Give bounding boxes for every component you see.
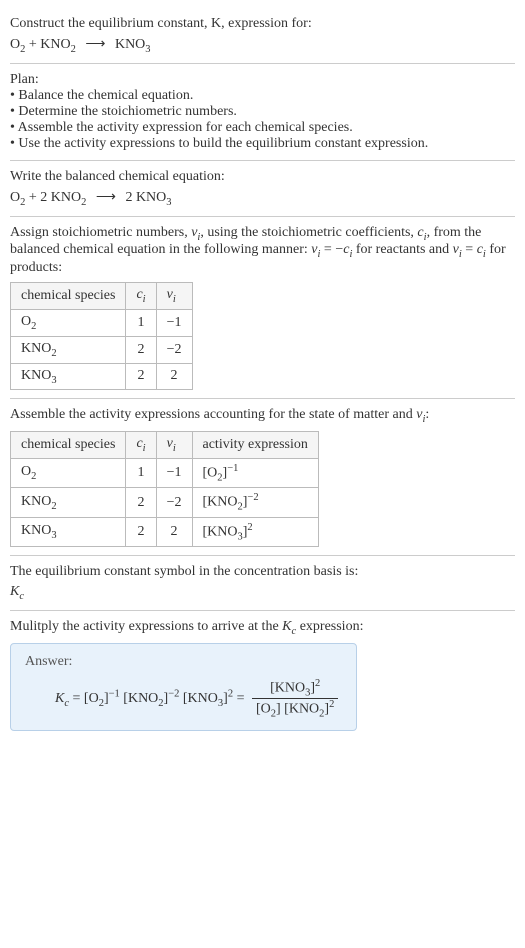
table-header-row: chemical species ci νi activity expressi… bbox=[11, 432, 319, 459]
table-row: KNO2 2 −2 [KNO2]−2 bbox=[11, 488, 319, 517]
answer-label: Answer: bbox=[25, 654, 342, 670]
balanced-equation: O2 + 2 KNO2 ⟶ 2 KNO3 bbox=[10, 189, 515, 208]
balanced-section: Write the balanced chemical equation: O2… bbox=[10, 161, 515, 217]
plan-title: Plan: bbox=[10, 72, 515, 88]
reaction-arrow-icon: ⟶ bbox=[85, 36, 105, 53]
col-species: chemical species bbox=[11, 283, 126, 310]
table-row: O2 1 −1 [O2]−1 bbox=[11, 458, 319, 487]
col-ni: νi bbox=[156, 432, 192, 459]
table-row: KNO3 2 2 [KNO3]2 bbox=[11, 517, 319, 546]
kc-symbol: Kc bbox=[10, 584, 515, 602]
col-activity: activity expression bbox=[192, 432, 318, 459]
prompt-text: Construct the equilibrium constant, K, e… bbox=[10, 16, 515, 32]
plan-bullet-2: • Determine the stoichiometric numbers. bbox=[10, 104, 515, 120]
table-row: KNO3 2 2 bbox=[11, 363, 193, 390]
col-ci: ci bbox=[126, 283, 156, 310]
plan-bullet-3: • Assemble the activity expression for e… bbox=[10, 120, 515, 136]
numerator: [KNO3]2 bbox=[252, 678, 338, 699]
col-ni: νi bbox=[156, 283, 192, 310]
stoichiometry-table: chemical species ci νi O2 1 −1 KNO2 2 −2… bbox=[10, 282, 193, 390]
header-section: Construct the equilibrium constant, K, e… bbox=[10, 8, 515, 64]
activity-intro: Assemble the activity expressions accoun… bbox=[10, 407, 515, 425]
table-row: O2 1 −1 bbox=[11, 309, 193, 336]
table-row: KNO2 2 −2 bbox=[11, 336, 193, 363]
reaction-arrow-icon: ⟶ bbox=[96, 189, 116, 206]
prompt-line1: Construct the equilibrium constant, K, e… bbox=[10, 16, 312, 31]
unbalanced-equation: O2 + KNO2 ⟶ KNO3 bbox=[10, 36, 515, 55]
kc-symbol-intro: The equilibrium constant symbol in the c… bbox=[10, 564, 515, 580]
multiply-section: Mulitply the activity expressions to arr… bbox=[10, 611, 515, 739]
activity-section: Assemble the activity expressions accoun… bbox=[10, 399, 515, 556]
fraction: [KNO3]2[O2] [KNO2]2 bbox=[252, 678, 338, 720]
plan-bullet-4: • Use the activity expressions to build … bbox=[10, 136, 515, 152]
answer-expression: Kc = [O2]−1 [KNO2]−2 [KNO3]2 = [KNO3]2[O… bbox=[55, 678, 342, 720]
kc-symbol-section: The equilibrium constant symbol in the c… bbox=[10, 556, 515, 611]
multiply-intro: Mulitply the activity expressions to arr… bbox=[10, 619, 515, 637]
plan-section: Plan: • Balance the chemical equation. •… bbox=[10, 64, 515, 161]
table-header-row: chemical species ci νi bbox=[11, 283, 193, 310]
assign-section: Assign stoichiometric numbers, νi, using… bbox=[10, 217, 515, 400]
answer-box: Answer: Kc = [O2]−1 [KNO2]−2 [KNO3]2 = [… bbox=[10, 643, 357, 731]
assign-intro: Assign stoichiometric numbers, νi, using… bbox=[10, 225, 515, 277]
denominator: [O2] [KNO2]2 bbox=[252, 699, 338, 719]
col-ci: ci bbox=[126, 432, 156, 459]
balanced-intro: Write the balanced chemical equation: bbox=[10, 169, 515, 185]
plan-bullet-1: • Balance the chemical equation. bbox=[10, 88, 515, 104]
activity-table: chemical species ci νi activity expressi… bbox=[10, 431, 319, 547]
col-species: chemical species bbox=[11, 432, 126, 459]
